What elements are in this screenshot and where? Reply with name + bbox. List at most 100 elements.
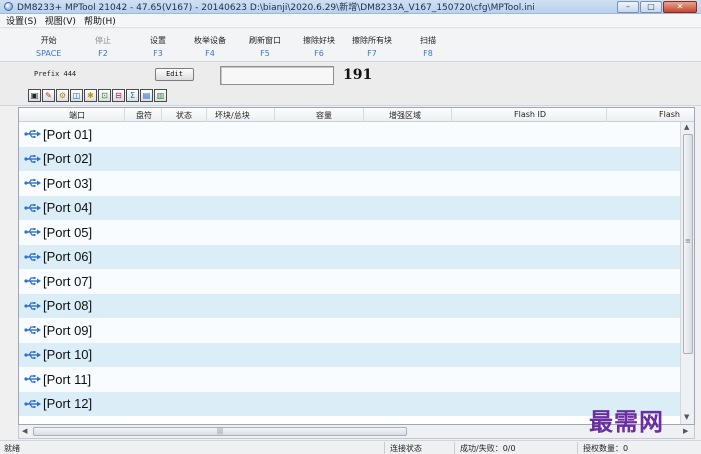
port-name: [Port 10]	[43, 347, 93, 363]
erase-good-key: F6	[314, 49, 324, 58]
table-row[interactable]: [Port 10]	[19, 342, 680, 367]
scroll-up-icon[interactable]: ▲	[684, 123, 689, 131]
watermark-logo: 最需网	[589, 407, 664, 436]
col-enhanced[interactable]: 增强区域	[389, 110, 421, 121]
port-cell: [Port 09]	[19, 323, 92, 338]
edit-icon[interactable]: ⚙	[56, 89, 69, 102]
status-connection: 连接状态	[390, 444, 422, 453]
usb-icon	[24, 154, 42, 164]
start-label: 开始	[40, 36, 57, 45]
erase-all-button[interactable]: 擦除所有块 F7	[352, 35, 392, 58]
settings-icon[interactable]: ◫	[70, 89, 83, 102]
layout-icon[interactable]: ✱	[84, 89, 97, 102]
status-success-fail: 成功/失败：0/0	[460, 444, 516, 453]
menu-settings[interactable]: 设置(S)	[6, 14, 37, 27]
table-row[interactable]: [Port 01]	[19, 122, 680, 147]
menu-help[interactable]: 帮助(H)	[84, 14, 116, 27]
list-icon[interactable]: ▥	[154, 89, 167, 102]
port-cell: [Port 02]	[19, 151, 92, 166]
minimize-button[interactable]: –	[617, 1, 639, 13]
erase-all-key: F7	[367, 49, 377, 58]
star-icon[interactable]: ⊡	[98, 89, 111, 102]
app-icon	[4, 2, 13, 11]
vertical-scroll-thumb[interactable]: ≡	[683, 134, 693, 354]
port-cell: [Port 08]	[19, 298, 92, 313]
table-row[interactable]: [Port 11]	[19, 367, 680, 392]
usb-icon	[24, 178, 42, 188]
erase-good-button[interactable]: 擦除好块 F6	[303, 35, 335, 58]
port-cell: [Port 03]	[19, 176, 92, 191]
port-cell: [Port 11]	[19, 372, 91, 387]
refresh-button[interactable]: 刷新窗口 F5	[249, 35, 281, 58]
scroll-left-icon[interactable]: ◀	[22, 427, 27, 435]
enumerate-key: F4	[205, 49, 215, 58]
usb-icon	[24, 276, 42, 286]
table-row[interactable]: [Port 12]	[19, 391, 680, 416]
menu-view[interactable]: 视图(V)	[45, 14, 76, 27]
port-name: [Port 01]	[43, 126, 93, 142]
usb-icon	[24, 129, 42, 139]
erase-good-label: 擦除好块	[303, 36, 335, 45]
enumerate-button[interactable]: 枚举设备 F4	[194, 35, 226, 58]
device-count: 191	[343, 67, 373, 83]
usb-icon	[24, 252, 42, 262]
panel-icon[interactable]: Σ	[126, 89, 139, 102]
table-row[interactable]: [Port 05]	[19, 220, 680, 245]
usb-icon	[24, 350, 42, 360]
view-icon[interactable]: ▣	[28, 89, 41, 102]
port-cell: [Port 07]	[19, 274, 92, 289]
close-button[interactable]: ✕	[663, 1, 697, 13]
window-controls: – □ ✕	[617, 1, 697, 13]
port-name: [Port 02]	[43, 151, 93, 167]
table-row[interactable]: [Port 07]	[19, 269, 680, 294]
scroll-right-icon[interactable]: ▶	[683, 427, 688, 435]
port-name: [Port 07]	[43, 273, 93, 289]
scroll-down-icon[interactable]: ▼	[684, 413, 689, 421]
sum-icon[interactable]: ▤	[140, 89, 153, 102]
menu-bar: 设置(S) 视图(V) 帮助(H)	[0, 14, 701, 28]
edit-button[interactable]: Edit	[155, 68, 194, 81]
scan-button[interactable]: 扫描 F8	[420, 35, 436, 58]
vertical-scrollbar[interactable]: ▲ ≡ ▼	[680, 122, 694, 424]
col-flash[interactable]: Flash	[659, 110, 680, 119]
col-port[interactable]: 端口	[69, 110, 85, 121]
start-button[interactable]: 开始 SPACE	[36, 35, 61, 58]
table-row[interactable]: [Port 03]	[19, 171, 680, 196]
port-cell: [Port 04]	[19, 200, 92, 215]
table-row[interactable]: [Port 02]	[19, 146, 680, 171]
usb-icon	[24, 227, 42, 237]
port-name: [Port 12]	[43, 396, 93, 412]
horizontal-scroll-thumb[interactable]: |||	[33, 427, 407, 436]
prefix-row: Prefix 444 Edit 191	[0, 63, 701, 87]
port-cell: [Port 12]	[19, 396, 92, 411]
table-row[interactable]: [Port 09]	[19, 318, 680, 343]
table-row[interactable]: [Port 04]	[19, 195, 680, 220]
stop-button[interactable]: 停止 F2	[95, 35, 111, 58]
port-rows: [Port 01] [Port 02] [Port 03] [Port 04] [Por…	[19, 122, 680, 416]
settings-button[interactable]: 设置 F3	[150, 35, 166, 58]
col-drive[interactable]: 盘符	[136, 110, 152, 121]
table-row[interactable]: [Port 08]	[19, 293, 680, 318]
enumerate-label: 枚举设备	[194, 36, 226, 45]
port-name: [Port 06]	[43, 249, 93, 265]
scan-key: F8	[423, 49, 433, 58]
usb-icon	[24, 301, 42, 311]
col-flash-id[interactable]: Flash ID	[514, 110, 546, 119]
toolbar: 开始 SPACE 停止 F2 设置 F3 枚举设备 F4 刷新窗口 F5 擦除好…	[0, 29, 701, 62]
table-row[interactable]: [Port 06]	[19, 244, 680, 269]
readout-box	[220, 66, 334, 85]
pin-icon[interactable]: ✎	[42, 89, 55, 102]
status-license: 授权数量：0	[583, 444, 629, 453]
port-name: [Port 04]	[43, 200, 93, 216]
col-capacity[interactable]: 容量	[316, 110, 332, 121]
usb-icon	[24, 374, 42, 384]
col-status[interactable]: 状态	[176, 110, 192, 121]
port-name: [Port 05]	[43, 224, 93, 240]
window-icon[interactable]: ⊟	[112, 89, 125, 102]
port-cell: [Port 10]	[19, 347, 92, 362]
status-ready: 就绪	[4, 444, 20, 453]
refresh-label: 刷新窗口	[249, 36, 281, 45]
maximize-button[interactable]: □	[640, 1, 662, 13]
col-blocks[interactable]: 坏块/总块	[215, 110, 250, 121]
usb-icon	[24, 399, 42, 409]
